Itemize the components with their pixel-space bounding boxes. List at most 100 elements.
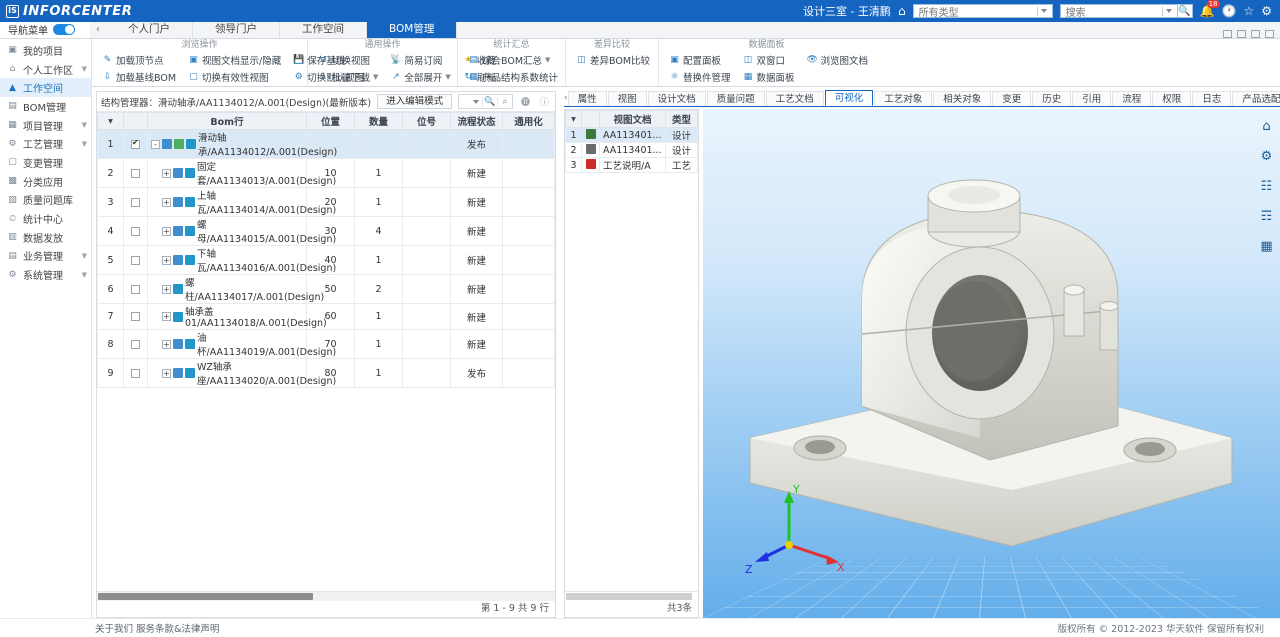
row-checkbox-cell[interactable] <box>123 187 148 217</box>
search-icon[interactable]: 🔍 <box>482 96 497 107</box>
row-checkbox[interactable] <box>131 138 140 149</box>
table-row[interactable]: 2 + 固定套/AA1134013/A.001(Design) 10 1 新建 <box>97 158 555 188</box>
3d-viewer[interactable]: Y X Z ⌂ ⚙ ☷ ☶ ▦ <box>703 109 1280 618</box>
type-filter-select[interactable]: 所有类型 <box>912 4 1053 19</box>
tab-quality-issues[interactable]: 质量问题 <box>706 91 765 106</box>
row-checkbox[interactable] <box>131 226 140 236</box>
row-checkbox[interactable] <box>131 255 140 265</box>
notifications-button[interactable]: 🔔 18 <box>1200 0 1220 18</box>
properties-list-icon[interactable]: ☶ <box>1257 207 1276 226</box>
table-row[interactable]: 4 + 螺母/AA1134015/A.001(Design) 30 4 新建 <box>97 216 555 246</box>
tab-design-documents[interactable]: 设计文档 <box>647 91 706 106</box>
table-row[interactable]: 5 + 下轴瓦/AA1134016/A.001(Design) 40 1 新建 <box>97 245 555 275</box>
tab-workflow[interactable]: 流程 <box>1112 91 1152 106</box>
row-checkbox[interactable] <box>131 312 140 321</box>
ribbon-simple-subscribe[interactable]: 📡 简易订阅 <box>384 51 456 68</box>
table-row[interactable]: 9 + WZ轴承座/AA1134020/A.001(Design) 80 1 发布 <box>97 358 555 388</box>
list-item[interactable]: 1 AA113401... 设计 <box>565 127 698 143</box>
global-search-input[interactable]: 搜索 <box>1059 4 1178 19</box>
sidebar-item-project-management[interactable]: ▦ 项目管理 ▼ <box>0 116 91 135</box>
row-checkbox-cell[interactable] <box>123 158 148 188</box>
structure-tree-icon[interactable]: ☷ <box>1257 177 1276 196</box>
ribbon-expand-all[interactable]: ↗ 全部展开 ▼ <box>384 68 456 85</box>
row-checkbox[interactable] <box>131 339 140 349</box>
row-checkbox[interactable] <box>131 197 140 207</box>
tab-process-objects[interactable]: 工艺对象 <box>874 91 933 106</box>
col-bom-line[interactable]: Bom行 <box>147 112 307 130</box>
expand-expander-icon[interactable]: + <box>162 284 171 294</box>
row-checkbox-cell[interactable] <box>123 358 148 388</box>
table-row[interactable]: 1 - 滑动轴承/AA1134012/A.001(Design) 发布 <box>97 129 555 159</box>
col-process-status[interactable]: 流程状态 <box>450 112 503 130</box>
sidebar-item-quality-library[interactable]: ▧ 质量问题库 <box>0 191 91 210</box>
row-checkbox[interactable] <box>131 284 140 294</box>
ribbon-batch-download[interactable]: ↓ 批量下载 ▼ <box>312 68 384 85</box>
ribbon-switch-effectivity-view[interactable]: ▢ 切换有效性视图 <box>182 68 287 85</box>
info-icon[interactable]: ⓘ <box>538 95 551 108</box>
tab-process-documents[interactable]: 工艺文档 <box>765 91 824 106</box>
list-item[interactable]: 2 AA113401... 设计 <box>565 142 698 158</box>
row-checkbox-cell[interactable] <box>123 129 148 159</box>
tab-changes[interactable]: 变更 <box>992 91 1032 106</box>
tab-scroll-prev-button[interactable]: ‹ <box>90 21 106 38</box>
tab-attributes[interactable]: 属性 <box>567 91 607 106</box>
expand-expander-icon[interactable]: + <box>162 197 171 207</box>
enter-edit-mode-button[interactable]: 进入编辑模式 <box>377 94 453 109</box>
sidebar-item-personal-workspace[interactable]: ⌂ 个人工作区 ▼ <box>0 60 91 79</box>
structure-grid-wrapper[interactable]: ▾ Bom行 位置 数量 位号 流程状态 通用化 1 ✔ - 滑动轴承/AA11… <box>97 112 555 591</box>
collapse-icon[interactable]: ⓫ <box>519 95 532 108</box>
measure-grid-icon[interactable]: ▦ <box>1257 237 1276 256</box>
ribbon-bom-summary[interactable]: ▤ 综合BOM汇总 ▼ <box>462 51 564 68</box>
current-user-label[interactable]: 设计三室 - 王清鹏 <box>803 3 891 19</box>
sidebar-item-workspace[interactable]: ▲ 工作空间 <box>0 78 91 98</box>
expand-expander-icon[interactable]: + <box>162 168 171 178</box>
sidebar-item-bom-management[interactable]: ▤ BOM管理 <box>0 97 91 116</box>
window-split-icon[interactable] <box>1237 30 1246 38</box>
expand-expander-icon[interactable]: + <box>162 312 171 321</box>
sidebar-item-my-projects[interactable]: ▣ 我的项目 <box>0 41 91 60</box>
row-checkbox-cell[interactable] <box>123 245 148 275</box>
window-close-icon[interactable] <box>1265 30 1274 38</box>
expand-expander-icon[interactable]: + <box>162 368 171 378</box>
view-settings-icon[interactable]: ⚙ <box>1257 147 1276 166</box>
home-icon[interactable]: ⌂ <box>1257 117 1276 136</box>
ribbon-dual-window[interactable]: ◫ 双窗口 <box>737 51 801 68</box>
col-ref-designator[interactable]: 位号 <box>402 112 451 130</box>
search-icon[interactable]: 🔍 <box>1177 4 1193 18</box>
tab-personal-portal[interactable]: 个人门户 <box>106 21 193 38</box>
ribbon-load-baseline-bom[interactable]: ⇩ 加载基线BOM <box>96 68 182 85</box>
advanced-search-icon[interactable]: ⌕ <box>497 96 512 107</box>
ribbon-substitute-management[interactable]: ⚛ 替换件管理 <box>663 68 737 85</box>
row-checkbox-cell[interactable] <box>123 216 148 246</box>
row-checkbox[interactable] <box>131 168 140 178</box>
ribbon-doc-visibility[interactable]: ▣ 视图文档显示/隐藏 <box>182 51 287 68</box>
sidebar-item-data-release[interactable]: ▥ 数据发放 <box>0 228 91 247</box>
sidebar-item-statistics-center[interactable]: ⏲ 统计中心 <box>0 209 91 228</box>
row-checkbox[interactable] <box>131 368 140 378</box>
tab-permissions[interactable]: 权限 <box>1152 91 1192 106</box>
tab-visualization[interactable]: 可视化 <box>824 90 874 106</box>
expand-expander-icon[interactable]: + <box>162 339 171 349</box>
ribbon-data-panel[interactable]: ▦ 数据面板 <box>737 68 801 85</box>
tab-logs[interactable]: 日志 <box>1192 91 1232 106</box>
sidebar-item-change-management[interactable]: ▢ 变更管理 <box>0 153 91 172</box>
nav-menu-switch[interactable] <box>53 24 75 35</box>
table-row[interactable]: 8 + 油杯/AA1134019/A.001(Design) 70 1 新建 <box>97 329 555 359</box>
tab-bom-management[interactable]: BOM管理 <box>367 21 458 38</box>
doc-horizontal-scrollbar-thumb[interactable] <box>566 593 692 600</box>
list-item[interactable]: 3 工艺说明/A 工艺 <box>565 157 698 173</box>
row-checkbox-cell[interactable] <box>123 303 148 330</box>
footer-links[interactable]: 关于我们 服务条款&法律声明 <box>0 621 219 635</box>
col-generalization[interactable]: 通用化 <box>502 112 555 130</box>
table-row[interactable]: 3 + 上轴瓦/AA1134014/A.001(Design) 20 1 新建 <box>97 187 555 217</box>
col-quantity[interactable]: 数量 <box>354 112 403 130</box>
tab-leader-portal[interactable]: 领导门户 <box>193 21 280 38</box>
structure-search-input[interactable]: 🔍 ⌕ <box>458 94 513 109</box>
nav-menu-toggle[interactable]: 导航菜单 <box>0 21 90 38</box>
ribbon-load-top-node[interactable]: ✎ 加载顶节点 <box>96 51 182 68</box>
document-grid-wrapper[interactable]: ▾ 视图文档 类型 1 AA113401... 设计 2 AA113401...… <box>565 110 698 591</box>
ribbon-bom-compare[interactable]: ◫ 差异BOM比较 <box>570 51 656 68</box>
tab-history[interactable]: 历史 <box>1032 91 1072 106</box>
table-row[interactable]: 7 + 轴承盖01/AA1134018/A.001(Design) 60 1 新建 <box>97 303 555 330</box>
home-icon[interactable]: ⌂ <box>898 4 906 18</box>
